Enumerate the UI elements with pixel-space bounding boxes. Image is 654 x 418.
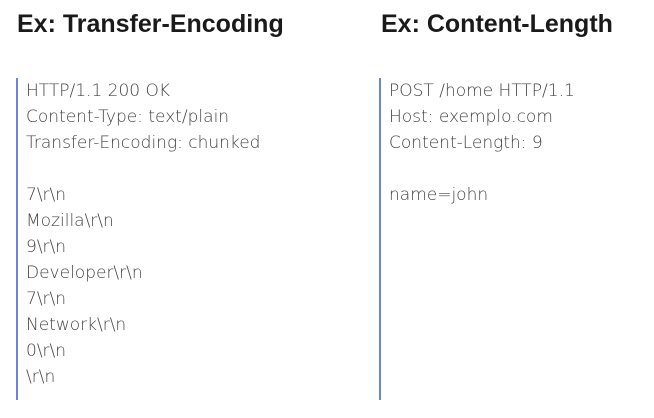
left-code-block: HTTP/1.1 200 OK Content-Type: text/plain… [16, 78, 260, 400]
code-line: Developer\r\n [26, 263, 143, 283]
code-line: Host: exemplo.com [389, 107, 553, 127]
code-line: Content-Type: text/plain [26, 107, 230, 127]
code-line: Mozilla\r\n [26, 211, 114, 231]
right-title: Ex: Content-Length [381, 10, 613, 38]
code-line: POST /home HTTP/1.1 [389, 81, 575, 101]
code-line: Transfer-Encoding: chunked [26, 133, 261, 153]
code-line: 7\r\n [26, 289, 67, 309]
code-line: 0\r\n [26, 341, 67, 361]
code-line: 9\r\n [26, 237, 67, 257]
right-code-block: POST /home HTTP/1.1 Host: exemplo.com Co… [379, 78, 575, 400]
code-line: Network\r\n [26, 315, 127, 335]
code-line: name=john [389, 185, 489, 205]
left-title: Ex: Transfer-Encoding [17, 10, 284, 38]
code-line: 7\r\n [26, 185, 67, 205]
code-line: HTTP/1.1 200 OK [26, 81, 171, 101]
code-line: \r\n [26, 367, 56, 387]
code-line: Content-Length: 9 [389, 133, 543, 153]
